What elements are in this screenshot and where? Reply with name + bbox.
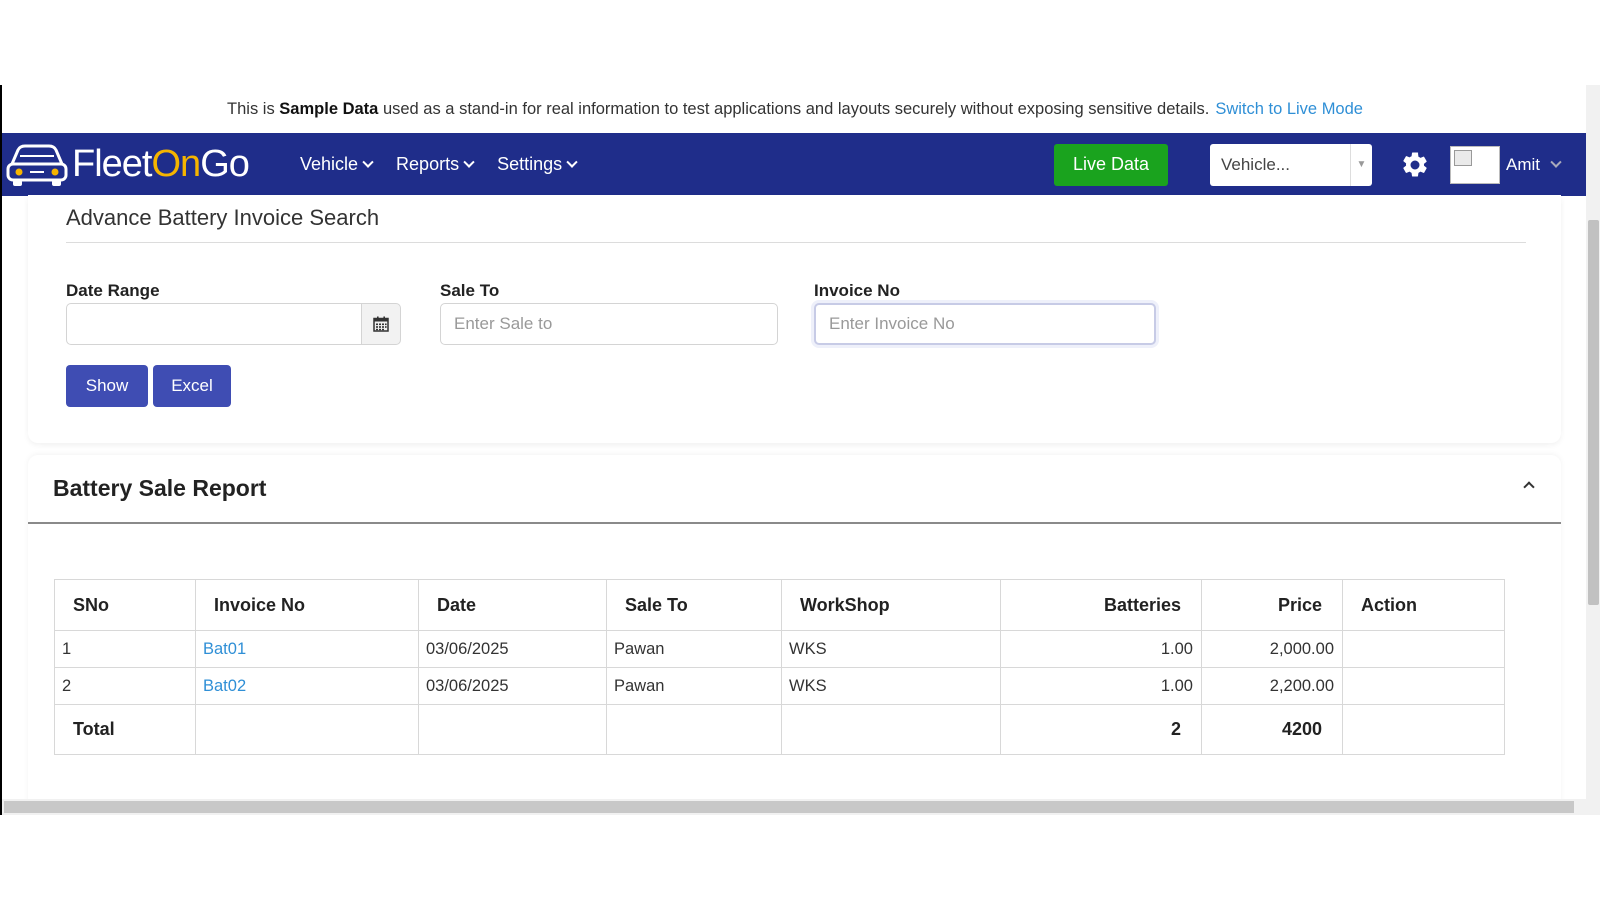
horizontal-scrollbar-thumb[interactable] (4, 801, 1574, 813)
live-data-button[interactable]: Live Data (1054, 143, 1168, 186)
user-name-label: Amit (1506, 154, 1540, 174)
invoice-link[interactable]: Bat02 (203, 677, 246, 695)
avatar[interactable] (1450, 145, 1500, 184)
battery-sale-table: SNo Invoice No Date Sale To WorkShop Bat… (54, 579, 1505, 755)
table-header-row: SNo Invoice No Date Sale To WorkShop Bat… (54, 579, 1505, 631)
col-sno[interactable]: SNo (54, 579, 196, 631)
total-empty-cell (195, 704, 419, 755)
gear-icon[interactable] (1400, 150, 1430, 180)
sale-to-label: Sale To (440, 281, 500, 300)
total-price: 4200 (1201, 704, 1343, 755)
show-button[interactable]: Show (66, 365, 148, 407)
total-empty-cell (781, 704, 1001, 755)
vehicle-select[interactable]: Vehicle... ▼ (1210, 143, 1372, 186)
nav-reports-label: Reports (396, 154, 460, 174)
vertical-scrollbar-thumb[interactable] (1588, 220, 1599, 605)
total-empty-cell (418, 704, 607, 755)
invoice-no-label: Invoice No (814, 281, 900, 300)
cell-sno: 1 (54, 630, 196, 668)
cell-sale-to: Pawan (606, 667, 782, 705)
cell-workshop: WKS (781, 630, 1001, 668)
cell-batteries: 1.00 (1000, 630, 1202, 668)
calendar-icon (373, 316, 389, 332)
vertical-scrollbar[interactable] (1586, 85, 1600, 815)
col-price[interactable]: Price (1201, 579, 1343, 631)
total-empty-cell (1342, 704, 1505, 755)
broken-image-icon (1454, 149, 1472, 166)
cell-action (1342, 630, 1505, 668)
report-title: Battery Sale Report (53, 475, 267, 501)
sample-data-banner: This is Sample Data used as a stand-in f… (2, 85, 1588, 133)
total-label: Total (54, 704, 196, 755)
report-divider (28, 522, 1561, 524)
logo[interactable]: FleetOnGo (6, 142, 276, 188)
report-card: Battery Sale Report SNo Invoice No Date … (28, 455, 1561, 815)
app-viewport: This is Sample Data used as a stand-in f… (0, 85, 1600, 815)
table-total-row: Total 2 4200 (54, 704, 1505, 755)
table-row: 1 Bat01 03/06/2025 Pawan WKS 1.00 2,000.… (54, 630, 1505, 668)
cell-date: 03/06/2025 (418, 630, 607, 668)
col-invoice-no[interactable]: Invoice No (195, 579, 419, 631)
calendar-button[interactable] (361, 303, 401, 345)
col-date[interactable]: Date (418, 579, 607, 631)
total-empty-cell (606, 704, 782, 755)
table-row: 2 Bat02 03/06/2025 Pawan WKS 1.00 2,200.… (54, 667, 1505, 705)
chevron-down-icon (362, 156, 374, 168)
nav-settings-menu[interactable]: Settings (497, 154, 578, 175)
cell-invoice: Bat02 (195, 667, 419, 705)
nav-settings-label: Settings (497, 154, 563, 174)
banner-bold: Sample Data (279, 99, 379, 118)
cell-batteries: 1.00 (1000, 667, 1202, 705)
col-workshop[interactable]: WorkShop (781, 579, 1001, 631)
date-range-input[interactable] (66, 303, 362, 345)
col-batteries[interactable]: Batteries (1000, 579, 1202, 631)
search-divider (66, 242, 1526, 243)
cell-action (1342, 667, 1505, 705)
cell-workshop: WKS (781, 667, 1001, 705)
cell-sale-to: Pawan (606, 630, 782, 668)
cell-date: 03/06/2025 (418, 667, 607, 705)
nav-vehicle-label: Vehicle (300, 154, 359, 174)
search-card: Advance Battery Invoice Search Date Rang… (28, 195, 1561, 443)
cell-invoice: Bat01 (195, 630, 419, 668)
chevron-down-icon (566, 156, 578, 168)
nav-reports-menu[interactable]: Reports (396, 154, 475, 175)
invoice-link[interactable]: Bat01 (203, 640, 246, 658)
date-range-label: Date Range (66, 281, 160, 300)
user-menu[interactable]: Amit (1506, 155, 1588, 175)
total-batteries: 2 (1000, 704, 1202, 755)
cell-price: 2,200.00 (1201, 667, 1343, 705)
cell-sno: 2 (54, 667, 196, 705)
col-sale-to[interactable]: Sale To (606, 579, 782, 631)
chevron-up-icon[interactable] (1523, 481, 1535, 493)
top-navbar: FleetOnGo Vehicle Reports Settings Live … (2, 133, 1588, 196)
logo-text: FleetOnGo (72, 143, 250, 185)
excel-button[interactable]: Excel (153, 365, 231, 407)
nav-vehicle-menu[interactable]: Vehicle (300, 154, 374, 175)
caret-down-icon: ▼ (1350, 143, 1372, 186)
vehicle-select-value: Vehicle... (1221, 154, 1290, 174)
horizontal-scrollbar[interactable] (2, 799, 1588, 815)
switch-to-live-link[interactable]: Switch to Live Mode (1215, 100, 1363, 119)
banner-suffix: used as a stand-in for real information … (382, 99, 1210, 118)
search-title: Advance Battery Invoice Search (66, 205, 380, 230)
cell-price: 2,000.00 (1201, 630, 1343, 668)
invoice-no-input[interactable] (814, 303, 1156, 345)
chevron-down-icon (1550, 156, 1562, 168)
banner-prefix: This is (227, 99, 275, 118)
car-icon (6, 144, 68, 186)
chevron-down-icon (463, 156, 475, 168)
sale-to-input[interactable] (440, 303, 778, 345)
col-action[interactable]: Action (1342, 579, 1505, 631)
